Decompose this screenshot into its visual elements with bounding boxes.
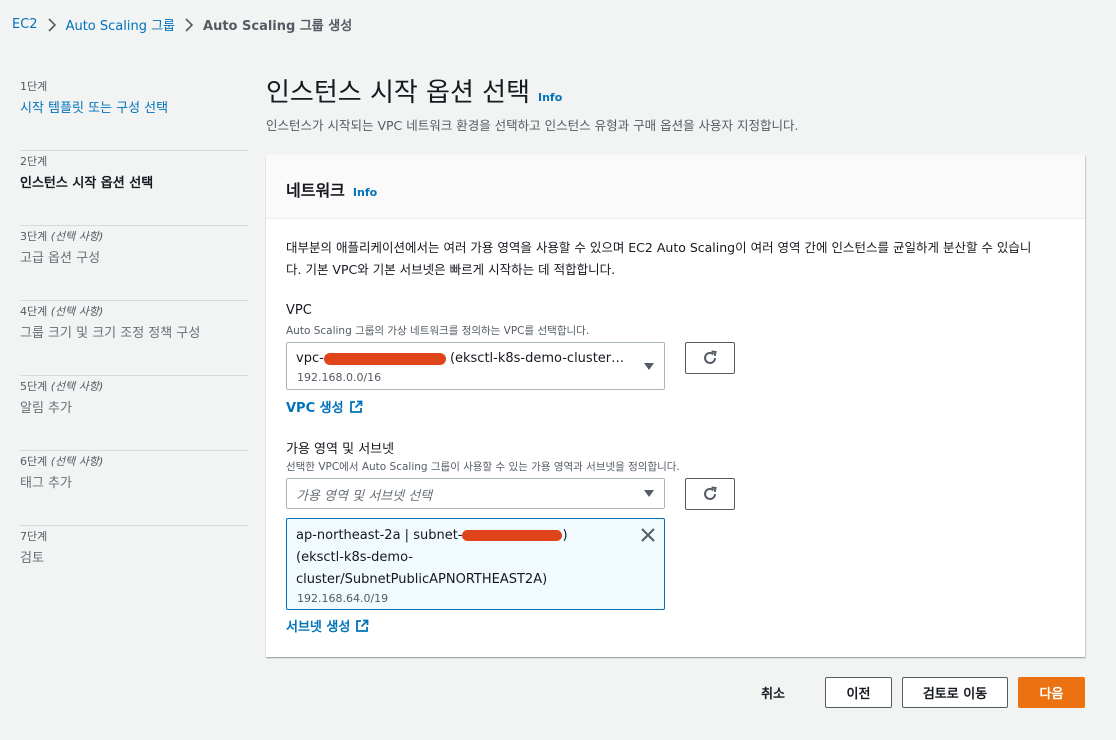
step-number: 1단계 [20, 80, 48, 93]
page-description: 인스턴스가 시작되는 VPC 네트워크 환경을 선택하고 인스턴스 유형과 구매… [266, 118, 799, 133]
breadcrumb-current: Auto Scaling 그룹 생성 [203, 19, 353, 34]
vpc-cidr: 192.168.0.0/16 [297, 371, 382, 384]
subnets-placeholder: 가용 영역 및 서브넷 선택 [296, 489, 433, 504]
step-2-title: 인스턴스 시작 옵션 선택 [20, 176, 154, 191]
step-number: 3단계 (선택 사항) [20, 230, 104, 243]
create-subnet-link[interactable]: 서브넷 생성 [286, 616, 369, 635]
network-description-line1: 대부분의 애플리케이션에서는 여러 가용 영역을 사용할 수 있으며 EC2 A… [286, 240, 1032, 255]
step-3-title: 고급 옵션 구성 [20, 251, 101, 266]
subnets-refresh-button[interactable] [685, 478, 735, 510]
create-vpc-link[interactable]: VPC 생성 [286, 397, 363, 416]
step-number: 4단계 (선택 사항) [20, 305, 104, 318]
step-1-link[interactable]: 시작 템플릿 또는 구성 선택 [20, 97, 168, 116]
step-5: 5단계 (선택 사항) 알림 추가 [20, 376, 248, 451]
step-6-title: 태그 추가 [20, 476, 72, 491]
breadcrumb: EC2 Auto Scaling 그룹 Auto Scaling 그룹 생성 [12, 15, 352, 34]
redaction-mark [323, 352, 446, 365]
network-description-line2: 다. 기본 VPC와 기본 서브넷은 빠르게 시작하는 데 적합합니다. [286, 262, 616, 277]
step-7-title: 검토 [20, 551, 44, 566]
panel-header: 네트워크 Info [266, 155, 1085, 219]
step-number: 2단계 [20, 155, 48, 168]
skip-to-review-button[interactable]: 검토로 이동 [902, 677, 1008, 708]
vpc-description: Auto Scaling 그룹의 가상 네트워크를 정의하는 VPC를 선택합니… [286, 325, 590, 337]
panel-title: 네트워크 [286, 181, 345, 200]
cancel-button[interactable]: 취소 [761, 683, 785, 702]
create-vpc-label: VPC 생성 [286, 401, 344, 416]
network-info-link[interactable]: Info [353, 186, 377, 199]
chevron-right-icon [185, 17, 194, 32]
create-subnet-label: 서브넷 생성 [286, 620, 351, 635]
breadcrumb-asg-link[interactable]: Auto Scaling 그룹 [66, 15, 175, 34]
wizard-steps: 1단계 시작 템플릿 또는 구성 선택 2단계 인스턴스 시작 옵션 선택 3단… [20, 76, 248, 601]
subnets-description: 선택한 VPC에서 Auto Scaling 그룹이 사용할 수 있는 가용 영… [286, 461, 680, 473]
vpc-refresh-button[interactable] [685, 342, 735, 374]
step-number: 5단계 (선택 사항) [20, 380, 104, 393]
redaction-mark [462, 530, 563, 541]
close-icon[interactable] [640, 527, 656, 543]
step-2: 2단계 인스턴스 시작 옵션 선택 [20, 151, 248, 226]
external-link-icon [349, 400, 362, 413]
next-button[interactable]: 다음 [1018, 677, 1085, 708]
step-4: 4단계 (선택 사항) 그룹 크기 및 크기 조정 정책 구성 [20, 301, 248, 376]
page-header: 인스턴스 시작 옵션 선택 Info [266, 72, 562, 109]
refresh-icon [704, 350, 717, 364]
page-title: 인스턴스 시작 옵션 선택 [266, 78, 530, 108]
previous-button[interactable]: 이전 [825, 677, 892, 708]
step-7: 7단계 검토 [20, 526, 248, 601]
caret-down-icon [644, 490, 654, 497]
subnets-select[interactable]: 가용 영역 및 서브넷 선택 [286, 478, 665, 509]
step-4-title: 그룹 크기 및 크기 조정 정책 구성 [20, 326, 201, 341]
subnets-label: 가용 영역 및 서브넷 [286, 442, 395, 457]
subnet-token-text: ap-northeast-2a | subnet-) (eksctl-k8s-d… [296, 528, 568, 587]
page-info-link[interactable]: Info [538, 91, 562, 104]
step-6: 6단계 (선택 사항) 태그 추가 [20, 451, 248, 526]
network-panel: 네트워크 Info 대부분의 애플리케이션에서는 여러 가용 영역을 사용할 수… [266, 155, 1085, 657]
network-description: 대부분의 애플리케이션에서는 여러 가용 영역을 사용할 수 있으며 EC2 A… [286, 237, 1071, 281]
vpc-label: VPC [286, 303, 312, 318]
caret-down-icon [644, 363, 654, 370]
step-number: 7단계 [20, 530, 48, 543]
subnet-cidr: 192.168.64.0/19 [297, 592, 389, 605]
selected-subnet-token: ap-northeast-2a | subnet-) (eksctl-k8s-d… [286, 518, 665, 610]
external-link-icon [356, 619, 369, 632]
breadcrumb-ec2-link[interactable]: EC2 [12, 17, 38, 32]
step-3: 3단계 (선택 사항) 고급 옵션 구성 [20, 226, 248, 301]
chevron-right-icon [47, 17, 56, 32]
step-number: 6단계 (선택 사항) [20, 455, 104, 468]
vpc-select[interactable]: vpc- (eksctl-k8s-demo-cluster… 192.168.0… [286, 342, 665, 390]
wizard-footer: 취소 이전 검토로 이동 다음 [761, 677, 1085, 708]
vpc-select-value: vpc- (eksctl-k8s-demo-cluster… [296, 351, 625, 366]
step-1: 1단계 시작 템플릿 또는 구성 선택 [20, 76, 248, 151]
step-5-title: 알림 추가 [20, 401, 72, 416]
refresh-icon [704, 486, 717, 500]
